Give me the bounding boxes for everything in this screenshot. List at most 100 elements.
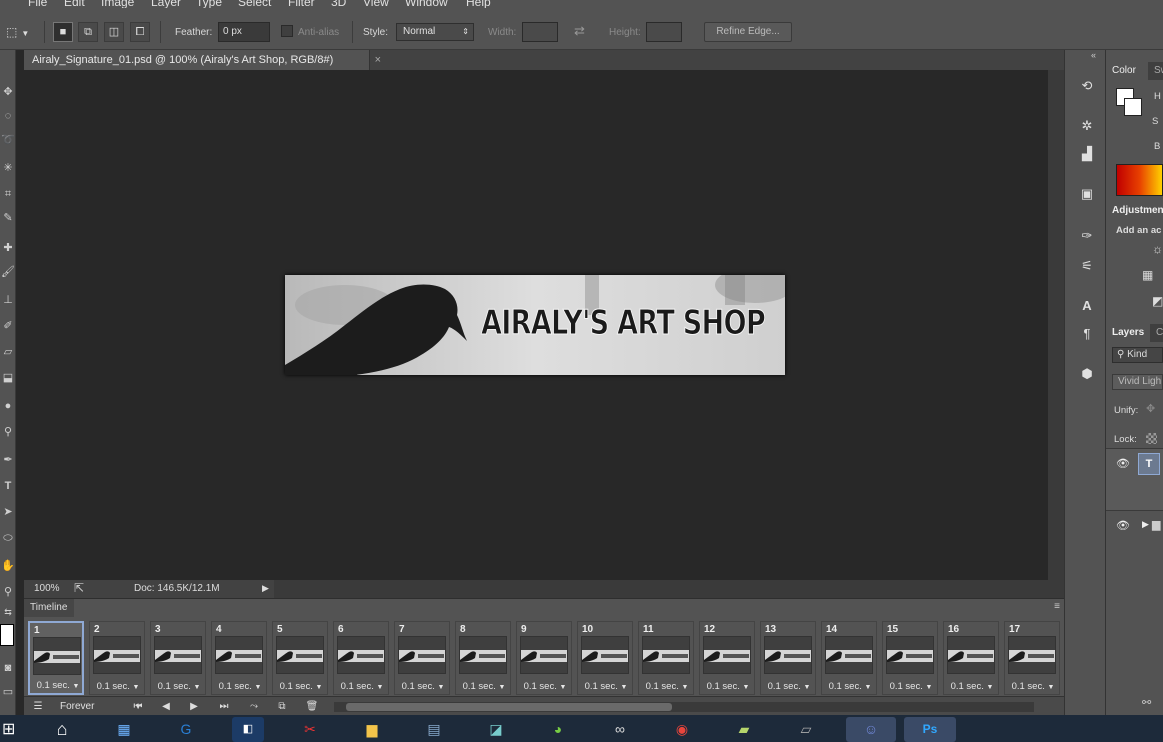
- refine-edge-button[interactable]: Refine Edge...: [704, 22, 792, 42]
- paragraph-icon[interactable]: ¶: [1077, 324, 1097, 344]
- swap-colors-icon[interactable]: ⇆: [0, 602, 16, 622]
- swap-arrows-icon[interactable]: ⇄: [574, 23, 585, 39]
- frame-delay-select[interactable]: 0.1 sec. ▼: [458, 681, 510, 692]
- convert-timeline-icon[interactable]: ☰: [30, 699, 46, 715]
- vertical-scrollbar[interactable]: [1048, 70, 1064, 580]
- color-wheel-icon[interactable]: ◕: [542, 717, 574, 742]
- timeline-frame[interactable]: 1 0.1 sec. ▼: [28, 621, 84, 695]
- levels-icon[interactable]: ▦: [1142, 268, 1153, 282]
- color-tab[interactable]: Color: [1106, 62, 1148, 80]
- panel-menu-icon[interactable]: ≡: [1054, 601, 1060, 612]
- healing-brush-icon[interactable]: ✚: [0, 238, 16, 258]
- marquee-preset-picker[interactable]: ⬚ ▼: [6, 22, 40, 42]
- frame-delay-select[interactable]: 0.1 sec. ▼: [214, 681, 266, 692]
- tablet-icon[interactable]: ▱: [790, 717, 822, 742]
- menu-image[interactable]: Image: [101, 0, 134, 8]
- frame-delay-select[interactable]: 0.1 sec. ▼: [1007, 681, 1059, 692]
- frame-delay-select[interactable]: 0.1 sec. ▼: [702, 681, 754, 692]
- frame-delay-select[interactable]: 0.1 sec. ▼: [519, 681, 571, 692]
- menu-help[interactable]: Help: [466, 0, 491, 8]
- layer-row-text[interactable]: 👁 T: [1106, 448, 1163, 510]
- type-tool-icon[interactable]: T: [0, 476, 16, 496]
- eye-visibility-icon[interactable]: 👁: [1116, 519, 1130, 532]
- scroll-thumb[interactable]: [346, 703, 672, 711]
- timeline-frame[interactable]: 2 0.1 sec. ▼: [89, 621, 145, 695]
- loop-select[interactable]: Forever ▼: [54, 699, 142, 715]
- timeline-frame[interactable]: 3 0.1 sec. ▼: [150, 621, 206, 695]
- frame-delay-select[interactable]: 0.1 sec. ▼: [885, 681, 937, 692]
- expand-arrow-icon[interactable]: ▶: [1142, 519, 1149, 530]
- properties-icon[interactable]: ▣: [1077, 184, 1097, 204]
- menu-view[interactable]: View: [363, 0, 389, 8]
- chrome-icon[interactable]: ◉: [666, 717, 698, 742]
- notes-icon[interactable]: ◪: [480, 717, 512, 742]
- frame-delay-select[interactable]: 0.1 sec. ▼: [641, 681, 693, 692]
- quick-mask-icon[interactable]: ◙: [0, 658, 16, 678]
- path-select-icon[interactable]: ➤: [0, 502, 16, 522]
- collapse-icon[interactable]: «: [1091, 50, 1096, 60]
- history-brush-icon[interactable]: ✐: [0, 316, 16, 336]
- history-icon[interactable]: ⟲: [1077, 76, 1097, 96]
- windows-start-icon[interactable]: ⊞: [2, 719, 15, 739]
- dodge-tool-icon[interactable]: ⚲: [0, 422, 16, 442]
- layers-tab[interactable]: Layers: [1106, 324, 1150, 342]
- move-tool-icon[interactable]: ✥: [0, 82, 16, 102]
- add-selection-button[interactable]: ⧉: [78, 22, 98, 42]
- browser-icon[interactable]: G: [170, 717, 202, 742]
- screen-mode-icon[interactable]: ▭: [0, 682, 16, 702]
- link-layers-icon[interactable]: ⚯: [1142, 696, 1151, 709]
- blend-mode-select[interactable]: Vivid Ligh: [1112, 374, 1163, 390]
- previous-frame-icon[interactable]: ◀: [158, 699, 174, 715]
- frame-delay-select[interactable]: 0.1 sec. ▼: [32, 680, 84, 691]
- play-icon[interactable]: ▶: [186, 699, 202, 715]
- zoom-level[interactable]: 100%: [34, 583, 60, 594]
- share-icon[interactable]: ⇱: [74, 581, 84, 595]
- 3d-cube-icon[interactable]: ⬢: [1077, 364, 1097, 384]
- adjust-sliders-icon[interactable]: ⚟: [1077, 256, 1097, 276]
- color-spectrum[interactable]: [1116, 164, 1163, 196]
- timeline-frame[interactable]: 14 0.1 sec. ▼: [821, 621, 877, 695]
- paint-icon[interactable]: ✂: [294, 717, 326, 742]
- tween-icon[interactable]: ⤳: [246, 699, 262, 715]
- timeline-frame[interactable]: 16 0.1 sec. ▼: [943, 621, 999, 695]
- timeline-frame[interactable]: 4 0.1 sec. ▼: [211, 621, 267, 695]
- frame-delay-select[interactable]: 0.1 sec. ▼: [275, 681, 327, 692]
- histogram-icon[interactable]: ▟: [1077, 144, 1097, 164]
- frame-delay-select[interactable]: 0.1 sec. ▼: [92, 681, 144, 692]
- menu-file[interactable]: File: [28, 0, 47, 8]
- width-input[interactable]: [522, 22, 558, 42]
- frame-delay-select[interactable]: 0.1 sec. ▼: [580, 681, 632, 692]
- marquee-tool-icon[interactable]: ◌: [0, 106, 16, 126]
- brush-presets-icon[interactable]: ✑: [1077, 226, 1097, 246]
- adjustments-tab[interactable]: Adjustmen: [1106, 202, 1163, 220]
- crop-tool-icon[interactable]: ⌗: [0, 184, 16, 204]
- close-icon[interactable]: ×: [375, 50, 381, 70]
- timeline-frame[interactable]: 6 0.1 sec. ▼: [333, 621, 389, 695]
- magic-wand-icon[interactable]: ✳: [0, 158, 16, 178]
- next-frame-icon[interactable]: ⏭: [216, 699, 232, 715]
- infinity-app-icon[interactable]: ∞: [604, 717, 636, 742]
- menu-layer[interactable]: Layer: [151, 0, 181, 8]
- timeline-frame[interactable]: 7 0.1 sec. ▼: [394, 621, 450, 695]
- frame-delay-select[interactable]: 0.1 sec. ▼: [824, 681, 876, 692]
- eyedropper-icon[interactable]: ✎: [0, 208, 16, 228]
- home-icon[interactable]: ⌂: [46, 717, 78, 742]
- calculator-icon[interactable]: ▤: [418, 717, 450, 742]
- timeline-frame[interactable]: 12 0.1 sec. ▼: [699, 621, 755, 695]
- foreground-color-swatch[interactable]: [0, 624, 14, 646]
- lock-transparent-icon[interactable]: [1146, 433, 1157, 444]
- lasso-tool-icon[interactable]: ➰: [0, 130, 16, 150]
- timeline-scrollbar[interactable]: [334, 702, 1034, 712]
- timeline-tab[interactable]: Timeline: [24, 599, 74, 617]
- menu-window[interactable]: Window: [405, 0, 448, 8]
- photoshop-icon[interactable]: Ps: [904, 717, 956, 742]
- menu-type[interactable]: Type: [196, 0, 222, 8]
- folder2-icon[interactable]: ▰: [728, 717, 760, 742]
- frame-delay-select[interactable]: 0.1 sec. ▼: [946, 681, 998, 692]
- menu-edit[interactable]: Edit: [64, 0, 85, 8]
- swatches-tab[interactable]: Sw: [1148, 62, 1163, 80]
- frame-delay-select[interactable]: 0.1 sec. ▼: [397, 681, 449, 692]
- dolby-icon[interactable]: ◧: [232, 717, 264, 742]
- feather-input[interactable]: 0 px: [218, 22, 270, 42]
- antialias-checkbox[interactable]: [281, 25, 293, 37]
